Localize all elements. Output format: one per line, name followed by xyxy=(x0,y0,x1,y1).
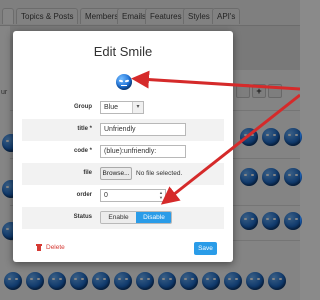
arrow-to-preview xyxy=(131,70,300,91)
annotation-arrows xyxy=(131,70,300,205)
arrow-to-disable xyxy=(160,93,300,205)
